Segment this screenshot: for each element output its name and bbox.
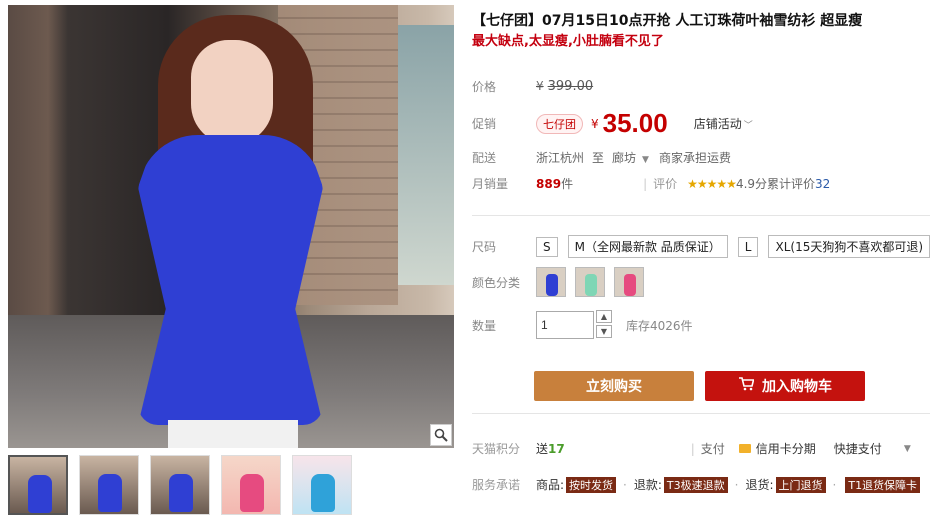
size-option-xl[interactable]: XL(15天狗狗不喜欢都可退) <box>768 235 930 258</box>
thumbnail-4[interactable] <box>221 455 281 515</box>
dot-separator: · <box>832 477 837 492</box>
color-label: 颜色分类 <box>472 275 521 290</box>
shipping-label: 配送 <box>472 151 497 165</box>
product-gallery <box>8 5 454 520</box>
section-divider <box>472 215 930 216</box>
divider-bar: | <box>643 176 648 191</box>
photo-white-pants <box>168 420 298 448</box>
rating-label: 评价 <box>653 177 678 191</box>
promo-row: 促销 七仔团 ¥ 35.00 店铺活动 ﹀ <box>472 108 753 139</box>
thumbnail-strip <box>8 455 352 515</box>
product-info-panel: 【七仔团】07月15日10点开抢 人工订珠荷叶袖雪纺衫 超显瘦 最大缺点,太显瘦… <box>472 10 930 493</box>
quantity-row: 数量 ▲ ▼ 库存4026件 <box>472 310 693 340</box>
price-label: 价格 <box>472 80 497 94</box>
color-swatch-pink[interactable] <box>614 267 644 297</box>
stock-count: 库存4026件 <box>626 318 693 333</box>
photo-window <box>398 25 454 285</box>
section-divider-2 <box>472 413 930 414</box>
price-row: 价格 ¥399.00 <box>472 78 593 95</box>
ship-to-word: 至 <box>592 151 605 165</box>
total-reviews-label[interactable]: 累计评价 <box>767 175 815 192</box>
color-row: 颜色分类 <box>472 267 653 297</box>
refund-prefix: 退款: <box>633 478 662 492</box>
points-send-word: 送 <box>536 442 549 456</box>
star-rating-icon: ★★★★★ <box>687 176 737 191</box>
ship-destination-dropdown[interactable]: 廊坊 ▼ <box>612 149 649 166</box>
points-value: 17 <box>548 441 565 456</box>
decrement-arrow-icon[interactable]: ▼ <box>596 325 612 338</box>
quantity-input[interactable] <box>536 311 594 339</box>
points-label: 天猫积分 <box>472 442 521 456</box>
service-label: 服务承诺 <box>472 478 521 492</box>
increment-arrow-icon[interactable]: ▲ <box>596 310 612 323</box>
fast-refund-tag[interactable]: T3极速退款 <box>663 476 728 493</box>
photo-model-face <box>191 40 273 145</box>
monthly-sales-unit: 件 <box>561 177 574 191</box>
shipping-fee: 商家承担运费 <box>658 151 731 165</box>
chevron-down-icon: ﹀ <box>743 121 753 131</box>
buy-now-button[interactable]: 立刻购买 <box>534 371 694 401</box>
main-product-image[interactable] <box>8 5 454 448</box>
size-option-s[interactable]: S <box>536 236 558 257</box>
sales-row: 月销量 889 件 | 评价 ★★★★★ 4.9分 累计评价 32 <box>472 175 830 192</box>
ship-from: 浙江杭州 <box>536 151 585 165</box>
photo-blue-dress <box>138 135 323 425</box>
size-label: 尺码 <box>472 240 497 254</box>
thumbnail-3[interactable] <box>150 455 210 515</box>
monthly-sales-label: 月销量 <box>472 177 509 191</box>
on-time-shipping-tag[interactable]: 按时发货 <box>566 476 617 493</box>
thumbnail-2[interactable] <box>79 455 139 515</box>
caret-down-icon: ▼ <box>642 155 649 165</box>
credit-card-icon <box>738 444 751 453</box>
shipping-row: 配送 浙江杭州 至 廊坊 ▼ 商家承担运费 <box>472 149 731 166</box>
points-row: 天猫积分 送 17 | 支付 信用卡分期 快捷支付 ▼ <box>472 440 911 457</box>
promo-currency: ¥ <box>591 116 599 131</box>
promo-price: 35.00 <box>602 108 668 138</box>
service-row: 服务承诺 商品: 按时发货 · 退款: T3极速退款 · 退货: 上门退货 · … <box>472 476 921 493</box>
credit-card-installment[interactable]: 信用卡分期 <box>756 440 816 457</box>
monthly-sales-count: 889 <box>536 176 562 191</box>
promo-badge: 七仔团 <box>536 113 583 134</box>
add-to-cart-button[interactable]: 加入购物车 <box>705 371 865 401</box>
color-swatch-mint[interactable] <box>575 267 605 297</box>
quantity-stepper: ▲ ▼ <box>596 310 612 340</box>
shopping-cart-icon <box>738 377 755 395</box>
caret-down-icon[interactable]: ▼ <box>904 444 911 454</box>
return-prefix: 退货: <box>745 478 774 492</box>
magnifier-icon[interactable] <box>430 424 452 446</box>
thumbnail-1[interactable] <box>8 455 68 515</box>
original-price: ¥399.00 <box>536 79 594 94</box>
goods-prefix: 商品: <box>536 478 565 492</box>
rating-score: 4.9分 <box>735 177 768 191</box>
return-insurance-tag[interactable]: T1退货保障卡 <box>845 476 921 493</box>
product-title: 【七仔团】07月15日10点开抢 人工订珠荷叶袖雪纺衫 超显瘦 <box>472 13 863 29</box>
quantity-label: 数量 <box>472 318 497 333</box>
dot-separator: · <box>623 477 627 492</box>
store-activity-dropdown[interactable]: 店铺活动 ﹀ <box>694 115 753 132</box>
size-option-m[interactable]: M（全网最新款 品质保证） <box>567 235 728 258</box>
color-swatch-blue[interactable] <box>536 267 566 297</box>
thumbnail-5[interactable] <box>292 455 352 515</box>
dot-separator: · <box>734 477 739 492</box>
divider-bar: | <box>690 441 695 456</box>
size-row: 尺码 S M（全网最新款 品质保证） L XL(15天狗狗不喜欢都可退) <box>472 235 930 258</box>
total-reviews-count[interactable]: 32 <box>815 177 830 191</box>
door-pickup-return-tag[interactable]: 上门退货 <box>775 476 826 493</box>
product-subtitle: 最大缺点,太显瘦,小肚腩看不见了 <box>472 34 664 49</box>
payment-label: 支付 <box>700 442 725 456</box>
size-option-l[interactable]: L <box>737 236 759 257</box>
quick-pay[interactable]: 快捷支付 <box>834 440 882 457</box>
promo-label: 促销 <box>472 117 497 131</box>
